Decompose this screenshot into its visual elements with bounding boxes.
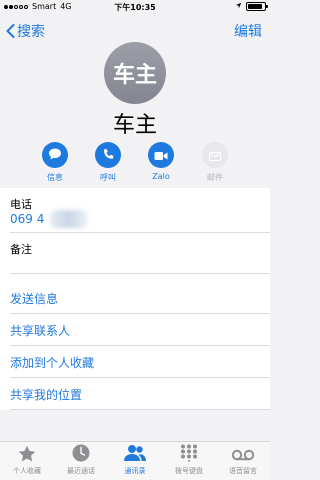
tab-label: 个人收藏 (13, 467, 41, 475)
tab-label: 最近通话 (67, 467, 95, 475)
link-label: 共享联系人 (10, 324, 71, 338)
tab-label: 拨号键盘 (175, 467, 203, 475)
tab-voicemail[interactable]: 语音留言 (216, 445, 270, 476)
star-icon (18, 445, 36, 466)
divider (10, 409, 270, 410)
add-to-favorites-link[interactable]: 添加到个人收藏 (0, 346, 270, 377)
contact-details: 电话 069 4 备注 发送信息 共享联系人 添加到个人收藏 共享我的位置 (0, 188, 270, 410)
location-arrow-icon (235, 2, 242, 11)
contacts-icon (123, 444, 147, 466)
back-button[interactable]: 搜索 (6, 21, 45, 41)
chevron-left-icon (6, 24, 15, 38)
status-time: 下午10:35 (114, 3, 156, 12)
battery-icon (246, 2, 268, 11)
share-location-link[interactable]: 共享我的位置 (0, 378, 270, 409)
phone-icon (102, 146, 115, 165)
tab-label: 语音留言 (229, 467, 257, 475)
contact-actions: 信息 呼叫 Zalo 邮件 (0, 142, 270, 184)
tab-recents[interactable]: 最近通话 (54, 444, 108, 476)
zalo-button[interactable]: Zalo (141, 142, 181, 181)
call-label: 呼叫 (100, 173, 116, 182)
edit-button[interactable]: 编辑 (234, 21, 262, 41)
avatar: 车主 (104, 42, 166, 104)
share-contact-link[interactable]: 共享联系人 (0, 314, 270, 345)
tab-favorites[interactable]: 个人收藏 (0, 445, 54, 476)
message-button[interactable]: 信息 (35, 142, 75, 183)
contact-name: 车主 (112, 113, 157, 138)
back-label: 搜索 (17, 24, 45, 40)
notes-field[interactable]: 备注 (0, 233, 270, 273)
mail-label: 邮件 (207, 173, 223, 182)
tab-contacts[interactable]: 通讯录 (108, 445, 162, 476)
clock-icon (72, 444, 90, 466)
call-button[interactable]: 呼叫 (88, 142, 128, 183)
tab-bar: 个人收藏 最近通话 通讯录 拨号键盘 语音留言 (0, 441, 270, 480)
message-icon (48, 146, 62, 165)
notes-label: 备注 (10, 243, 32, 256)
mail-icon (209, 146, 221, 165)
keypad-icon (180, 444, 198, 466)
phone-label: 电话 (10, 198, 32, 211)
tab-label: 通讯录 (124, 467, 146, 475)
voicemail-icon (231, 446, 255, 465)
link-label: 发送信息 (10, 292, 59, 306)
navigation-bar: 搜索 编辑 (0, 16, 270, 44)
status-bar: Smart 4G 下午10:35 (0, 0, 270, 14)
redaction-blur (50, 210, 88, 228)
phone-row[interactable]: 电话 069 4 (0, 188, 270, 232)
mail-button[interactable]: 邮件 (195, 142, 235, 183)
link-label: 共享我的位置 (10, 388, 83, 402)
message-label: 信息 (47, 173, 63, 182)
phone-number[interactable]: 069 4 (10, 212, 44, 226)
tab-keypad[interactable]: 拨号键盘 (162, 444, 216, 476)
link-label: 添加到个人收藏 (10, 356, 95, 370)
send-message-link[interactable]: 发送信息 (0, 282, 270, 313)
video-icon (154, 146, 168, 165)
zalo-label: Zalo (152, 172, 170, 181)
